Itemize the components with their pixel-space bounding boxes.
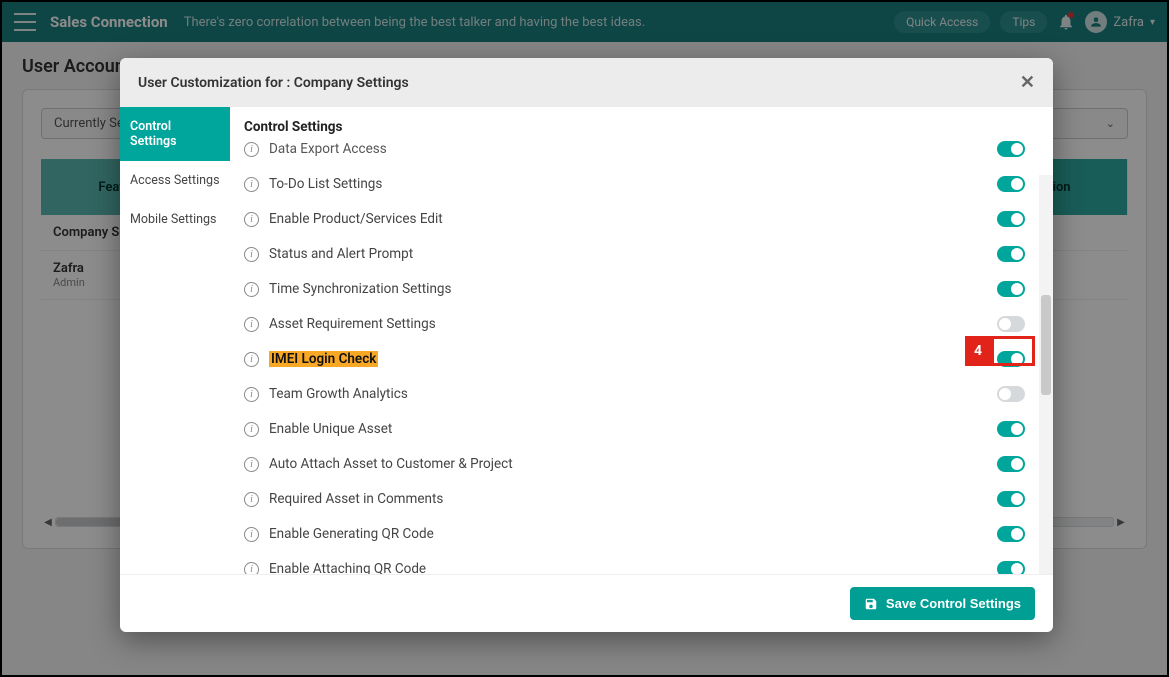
- info-icon[interactable]: i: [244, 562, 259, 575]
- setting-label: Team Growth Analytics: [269, 386, 408, 402]
- info-icon[interactable]: i: [244, 527, 259, 542]
- setting-row: i To-Do List Settings: [244, 166, 1047, 201]
- setting-label: Enable Unique Asset: [269, 421, 392, 437]
- info-icon[interactable]: i: [244, 457, 259, 472]
- setting-row: i Time Synchronization Settings: [244, 271, 1047, 306]
- setting-toggle[interactable]: [997, 491, 1025, 507]
- callout-box: [991, 336, 1035, 366]
- setting-row: i Asset Requirement Settings: [244, 306, 1047, 341]
- setting-toggle[interactable]: [997, 526, 1025, 542]
- modal-footer: Save Control Settings: [120, 574, 1053, 632]
- info-icon[interactable]: i: [244, 492, 259, 507]
- tab-access-settings[interactable]: Access Settings: [120, 161, 230, 200]
- setting-toggle[interactable]: [997, 316, 1025, 332]
- setting-label: To-Do List Settings: [269, 176, 382, 192]
- setting-toggle[interactable]: [997, 421, 1025, 437]
- settings-pane: Control Settings i Data Export Access i To-…: [230, 107, 1053, 574]
- info-icon[interactable]: i: [244, 212, 259, 227]
- setting-toggle[interactable]: [997, 246, 1025, 262]
- user-customization-modal: User Customization for : Company Setting…: [120, 58, 1053, 632]
- setting-label: Enable Product/Services Edit: [269, 211, 443, 227]
- setting-row: i Enable Unique Asset: [244, 411, 1047, 446]
- modal-tabs: Control Settings Access Settings Mobile …: [120, 107, 230, 574]
- setting-row: i Data Export Access: [244, 141, 1047, 166]
- modal-header: User Customization for : Company Setting…: [120, 58, 1053, 107]
- setting-row: i Auto Attach Asset to Customer & Project: [244, 446, 1047, 481]
- setting-toggle[interactable]: [997, 386, 1025, 402]
- setting-toggle[interactable]: [997, 176, 1025, 192]
- close-icon[interactable]: ✕: [1020, 72, 1035, 93]
- pane-title: Control Settings: [230, 107, 1053, 141]
- setting-toggle[interactable]: [997, 456, 1025, 472]
- info-icon[interactable]: i: [244, 282, 259, 297]
- info-icon[interactable]: i: [244, 387, 259, 402]
- modal-title: User Customization for : Company Setting…: [138, 75, 409, 91]
- save-button[interactable]: Save Control Settings: [850, 587, 1035, 620]
- setting-label: Enable Generating QR Code: [269, 526, 434, 542]
- setting-label: Status and Alert Prompt: [269, 246, 413, 262]
- setting-row: i Team Growth Analytics: [244, 376, 1047, 411]
- tab-control-settings[interactable]: Control Settings: [120, 107, 230, 161]
- setting-row: i IMEI Login Check: [244, 341, 1047, 376]
- info-icon[interactable]: i: [244, 352, 259, 367]
- setting-label: Data Export Access: [269, 141, 387, 157]
- setting-row: i Enable Attaching QR Code: [244, 551, 1047, 574]
- save-icon: [864, 597, 878, 611]
- setting-toggle[interactable]: [997, 141, 1025, 157]
- setting-label: IMEI Login Check: [269, 351, 378, 367]
- save-button-label: Save Control Settings: [886, 596, 1021, 611]
- setting-row: i Enable Product/Services Edit: [244, 201, 1047, 236]
- setting-toggle[interactable]: [997, 281, 1025, 297]
- setting-row: i Required Asset in Comments: [244, 481, 1047, 516]
- setting-label: Asset Requirement Settings: [269, 316, 436, 332]
- setting-label: Required Asset in Comments: [269, 491, 443, 507]
- setting-row: i Status and Alert Prompt: [244, 236, 1047, 271]
- info-icon[interactable]: i: [244, 177, 259, 192]
- tab-mobile-settings[interactable]: Mobile Settings: [120, 200, 230, 239]
- setting-label: Auto Attach Asset to Customer & Project: [269, 456, 513, 472]
- setting-label: Time Synchronization Settings: [269, 281, 451, 297]
- info-icon[interactable]: i: [244, 142, 259, 157]
- setting-toggle[interactable]: [997, 211, 1025, 227]
- setting-label: Enable Attaching QR Code: [269, 561, 426, 574]
- info-icon[interactable]: i: [244, 317, 259, 332]
- setting-row: i Enable Generating QR Code: [244, 516, 1047, 551]
- vertical-scrollbar[interactable]: [1039, 175, 1053, 574]
- info-icon[interactable]: i: [244, 422, 259, 437]
- setting-toggle[interactable]: [997, 561, 1025, 574]
- settings-list: iData Export AccessiTo-Do List Settingsi…: [230, 141, 1053, 574]
- info-icon[interactable]: i: [244, 247, 259, 262]
- callout-number: 4: [965, 336, 991, 366]
